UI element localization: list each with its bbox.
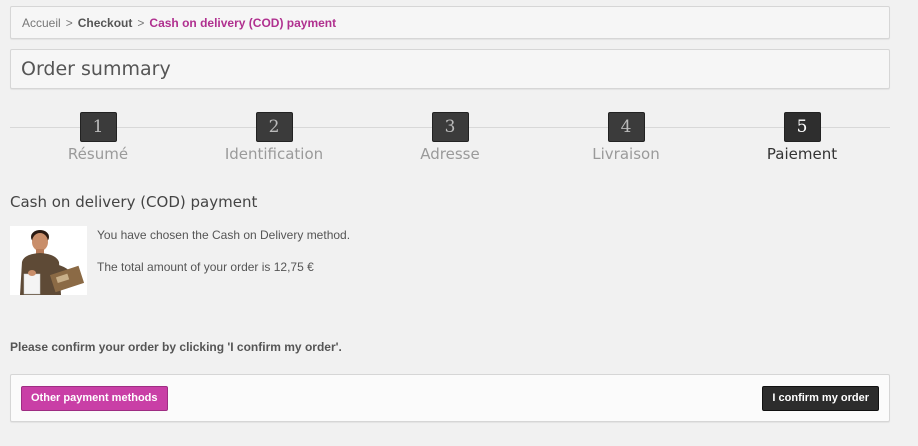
- step-identification[interactable]: 2 Identification: [186, 112, 362, 163]
- breadcrumb-home-link[interactable]: Accueil: [22, 16, 61, 30]
- breadcrumb-separator: >: [137, 16, 145, 30]
- step-number: 2: [255, 112, 293, 142]
- step-label: Identification: [224, 145, 324, 163]
- step-label: Paiement: [766, 145, 838, 163]
- step-number: 5: [783, 112, 821, 142]
- page-title: Order summary: [10, 49, 890, 89]
- step-label: Livraison: [592, 145, 660, 163]
- section-title: Cash on delivery (COD) payment: [10, 193, 258, 211]
- breadcrumb: Accueil > Checkout > Cash on delivery (COD) …: [10, 6, 890, 39]
- confirm-prompt: Please confirm your order by clicking 'I…: [10, 340, 342, 354]
- cod-delivery-image: [10, 226, 87, 295]
- confirm-order-button[interactable]: I confirm my order: [762, 386, 879, 411]
- action-bar: Other payment methods I confirm my order: [10, 374, 890, 422]
- step-adresse[interactable]: 3 Adresse: [362, 112, 538, 163]
- step-label: Résumé: [67, 145, 129, 163]
- breadcrumb-separator: >: [65, 16, 73, 30]
- other-payment-methods-button[interactable]: Other payment methods: [21, 386, 168, 411]
- breadcrumb-current: Cash on delivery (COD) payment: [149, 16, 337, 30]
- step-resume[interactable]: 1 Résumé: [10, 112, 186, 163]
- step-number: 3: [431, 112, 469, 142]
- step-livraison[interactable]: 4 Livraison: [538, 112, 714, 163]
- step-label: Adresse: [420, 145, 480, 163]
- step-paiement: 5 Paiement: [714, 112, 890, 163]
- order-total-text: The total amount of your order is 12,75 …: [97, 260, 314, 274]
- step-number: 1: [79, 112, 117, 142]
- breadcrumb-checkout-link[interactable]: Checkout: [78, 16, 133, 30]
- cod-chosen-text: You have chosen the Cash on Delivery met…: [97, 228, 351, 242]
- step-number: 4: [607, 112, 645, 142]
